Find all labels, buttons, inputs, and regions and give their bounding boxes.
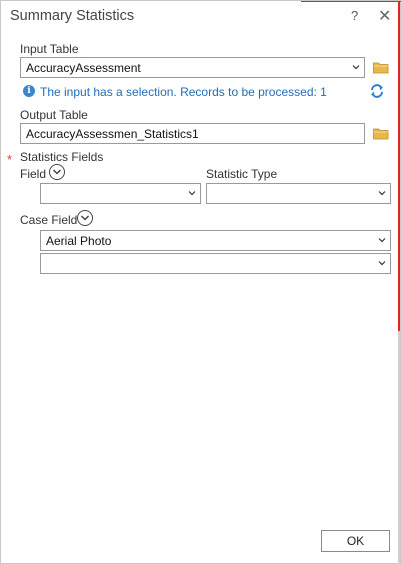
case-field-dropdown[interactable]: Aerial Photo xyxy=(40,230,391,251)
title-bar: Summary Statistics ? ✕ xyxy=(1,1,401,33)
browse-folder-icon[interactable] xyxy=(373,127,389,140)
output-table-value: AccuracyAssessmen_Statistics1 xyxy=(26,127,199,141)
chevron-down-icon xyxy=(81,215,89,221)
browse-folder-icon[interactable] xyxy=(373,61,389,74)
statistics-field-dropdown[interactable] xyxy=(40,183,201,204)
statistic-type-dropdown[interactable] xyxy=(206,183,391,204)
close-button[interactable]: ✕ xyxy=(378,6,391,26)
chevron-down-icon xyxy=(352,65,360,70)
case-field-label: Case Field xyxy=(20,213,78,227)
chevron-down-icon xyxy=(378,238,386,243)
window-edge-right xyxy=(398,331,400,564)
case-field-options-button[interactable] xyxy=(77,210,93,226)
required-marker: * xyxy=(7,152,13,167)
chevron-down-icon xyxy=(378,261,386,266)
statistic-type-label: Statistic Type xyxy=(206,167,278,181)
refresh-icon[interactable] xyxy=(369,83,385,99)
help-button[interactable]: ? xyxy=(351,8,358,23)
dialog-title: Summary Statistics xyxy=(10,8,135,24)
summary-statistics-dialog: Summary Statistics ? ✕ Input Table Accur… xyxy=(0,0,401,564)
case-field-value: Aerial Photo xyxy=(46,234,112,248)
input-table-value: AccuracyAssessment xyxy=(26,61,141,75)
ok-button[interactable]: OK xyxy=(321,530,390,552)
input-table-label: Input Table xyxy=(20,42,79,56)
selection-info-message: The input has a selection. Records to be… xyxy=(40,85,327,99)
info-icon: i xyxy=(23,85,35,97)
output-table-field[interactable]: AccuracyAssessmen_Statistics1 xyxy=(20,123,365,144)
input-table-dropdown[interactable]: AccuracyAssessment xyxy=(20,57,365,78)
case-field-dropdown[interactable] xyxy=(40,253,391,274)
chevron-down-icon xyxy=(188,191,196,196)
statistics-fields-label: Statistics Fields xyxy=(20,150,104,164)
chevron-down-icon xyxy=(53,169,61,175)
field-column-label: Field xyxy=(20,167,47,181)
output-table-label: Output Table xyxy=(20,108,88,122)
chevron-down-icon xyxy=(378,191,386,196)
field-options-button[interactable] xyxy=(49,164,65,180)
window-accent-right xyxy=(398,1,400,331)
